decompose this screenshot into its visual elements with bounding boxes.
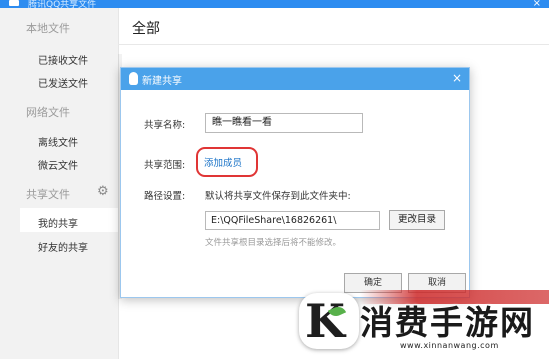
window-titlebar: 腾讯QQ共享文件 × [0, 0, 549, 10]
group-network-files: 网络文件 [26, 106, 70, 119]
sidebar-item-friends-share[interactable]: 好友的共享 [38, 239, 88, 254]
watermark-url: www.xinnanwang.com [400, 341, 499, 350]
sidebar-item-sent[interactable]: 已发送文件 [38, 75, 88, 90]
app-icon [9, 0, 19, 6]
watermark-logo: K [299, 293, 359, 349]
sidebar-item-weiyun[interactable]: 微云文件 [38, 157, 78, 172]
sidebar-item-my-share[interactable]: 我的共享 [38, 215, 78, 230]
sidebar-item-offline[interactable]: 离线文件 [38, 134, 78, 149]
new-share-dialog: 新建共享 × 共享名称: 瞧一瞧看一看 共享范围: 添加成员 路径设置: 默认将… [120, 67, 470, 298]
group-local-files: 本地文件 [26, 22, 70, 35]
sidebar-item-received[interactable]: 已接收文件 [38, 52, 88, 67]
gear-icon[interactable]: ⚙ [97, 184, 109, 199]
group-shared-files: 共享文件 [26, 188, 70, 201]
path-hint: 文件共享根目录选择后将不能修改。 [205, 238, 342, 248]
dialog-header: 新建共享 × [121, 68, 469, 90]
dialog-title: 新建共享 [142, 76, 182, 87]
share-name-label: 共享名称: [144, 120, 186, 131]
change-directory-button[interactable]: 更改目录 [389, 210, 445, 230]
add-member-link[interactable]: 添加成员 [204, 155, 242, 169]
watermark-text: 消费手游网 [360, 303, 535, 342]
logo-mark: K [305, 294, 345, 348]
page-title: 全部 [132, 21, 160, 37]
share-name-input[interactable]: 瞧一瞧看一看 [205, 113, 363, 133]
path-description: 默认将共享文件保存到此文件夹中: [205, 191, 351, 202]
penguin-icon [129, 72, 138, 85]
path-setting-label: 路径设置: [144, 191, 186, 202]
share-range-label: 共享范围: [144, 160, 186, 171]
close-icon[interactable]: × [452, 71, 462, 85]
sidebar: 本地文件 已接收文件 已发送文件 网络文件 离线文件 微云文件 共享文件 ⚙ 我… [0, 8, 119, 359]
header-divider [118, 44, 549, 45]
close-window-icon[interactable]: × [533, 0, 541, 9]
path-input[interactable]: E:\QQFileShare\16826261\ [205, 211, 380, 230]
